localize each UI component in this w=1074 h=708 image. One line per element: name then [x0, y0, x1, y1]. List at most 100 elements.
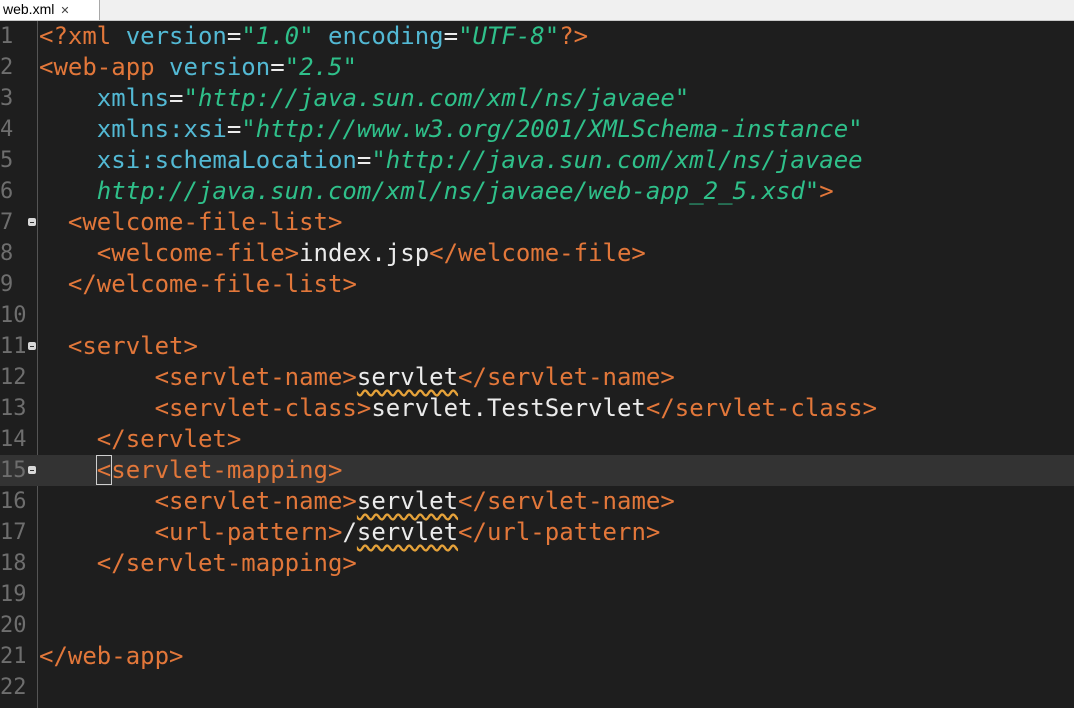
code-text[interactable]: <web-app version="2.5" [39, 52, 357, 83]
close-icon[interactable]: ✕ [60, 2, 69, 21]
code-token: <web-app [39, 53, 170, 81]
code-line[interactable]: 10 [0, 300, 1074, 331]
code-token: xsi:schemaLocation [96, 146, 357, 174]
line-number: 20 [0, 613, 27, 638]
code-token: xmlns:xsi [96, 115, 227, 143]
code-line[interactable]: 12 <servlet-name>servlet</servlet-name> [0, 362, 1074, 393]
code-line[interactable]: 2 <web-app version="2.5" [0, 52, 1074, 83]
line-number: 22 [0, 675, 27, 700]
code-line[interactable]: 22 [0, 672, 1074, 703]
line-number: 17 [0, 520, 27, 545]
code-line[interactable]: 7 <welcome-file-list> [0, 207, 1074, 238]
code-line[interactable]: 11 <servlet> [0, 331, 1074, 362]
code-token: <servlet> [67, 332, 198, 360]
code-text[interactable]: xsi:schemaLocation="http://java.sun.com/… [39, 145, 863, 176]
code-editor[interactable]: 1 <?xml version="1.0" encoding="UTF-8"?> 2… [0, 21, 1074, 708]
code-token: "http://java.sun.com/xml/ns/javaee [371, 146, 863, 174]
code-token: "1.0" [241, 22, 314, 50]
code-text[interactable]: <servlet-name>servlet</servlet-name> [39, 486, 675, 517]
line-number: 8 [0, 241, 14, 266]
line-number: 18 [0, 551, 27, 576]
code-token: </servlet> [96, 425, 242, 453]
code-text[interactable]: http://java.sun.com/xml/ns/javaee/web-ap… [39, 176, 834, 207]
code-line[interactable]: 13 <servlet-class>servlet.TestServlet</s… [0, 393, 1074, 424]
code-text[interactable]: <servlet-name>servlet</servlet-name> [39, 362, 675, 393]
code-token: </servlet-name> [458, 363, 675, 391]
code-token: servlet [356, 487, 459, 515]
code-line[interactable]: 14 </servlet> [0, 424, 1074, 455]
code-token: </url-pattern> [458, 518, 661, 546]
line-number: 12 [0, 365, 27, 390]
code-text[interactable]: <welcome-file-list> [39, 207, 343, 238]
code-token: <welcome-file> [96, 239, 300, 267]
code-token: ?> [559, 22, 589, 50]
code-token: encoding [328, 22, 444, 50]
code-token: = [270, 53, 285, 81]
code-line[interactable]: 5 xsi:schemaLocation="http://java.sun.co… [0, 145, 1074, 176]
code-line[interactable]: 9 </welcome-file-list> [0, 269, 1074, 300]
code-line[interactable]: 21 </web-app> [0, 641, 1074, 672]
code-token: = [226, 115, 242, 143]
line-number: 5 [0, 148, 14, 173]
editor-tab-bar: web.xml ✕ [0, 0, 1074, 21]
code-text[interactable]: </welcome-file-list> [39, 269, 357, 300]
code-text[interactable]: <servlet-class>servlet.TestServlet</serv… [39, 393, 877, 424]
code-text[interactable]: </servlet-mapping> [39, 548, 357, 579]
line-number: 7 [0, 210, 14, 235]
code-token: "UTF-8" [458, 22, 560, 50]
line-number: 13 [0, 396, 27, 421]
code-token: "http://www.w3.org/2001/XMLSchema-instan… [241, 115, 863, 143]
fold-toggle-icon[interactable] [28, 342, 36, 350]
code-token: = [226, 22, 242, 50]
code-text[interactable]: </web-app> [39, 641, 184, 672]
code-token: / [342, 518, 357, 546]
code-token: <servlet-class> [154, 394, 372, 422]
code-text[interactable]: <?xml version="1.0" encoding="UTF-8"?> [39, 21, 588, 52]
code-line[interactable]: 3 xmlns="http://java.sun.com/xml/ns/java… [0, 83, 1074, 114]
line-number: 19 [0, 582, 27, 607]
code-line[interactable]: 1 <?xml version="1.0" encoding="UTF-8"?> [0, 21, 1074, 52]
code-line[interactable]: 17 <url-pattern>/servlet</url-pattern> [0, 517, 1074, 548]
code-text[interactable]: <welcome-file>index.jsp</welcome-file> [39, 238, 646, 269]
code-line[interactable]: 18 </servlet-mapping> [0, 548, 1074, 579]
fold-toggle-icon[interactable] [28, 466, 36, 474]
line-number: 21 [0, 644, 27, 669]
fold-toggle-icon[interactable] [28, 218, 36, 226]
code-token: index.jsp [299, 239, 430, 267]
line-number: 1 [0, 24, 14, 49]
code-line[interactable]: 8 <welcome-file>index.jsp</welcome-file> [0, 238, 1074, 269]
code-text[interactable]: <url-pattern>/servlet</url-pattern> [39, 517, 661, 548]
code-token: <servlet-name> [154, 363, 357, 391]
line-number: 2 [0, 55, 14, 80]
code-token: "2.5" [284, 53, 357, 81]
code-line[interactable]: 16 <servlet-name>servlet</servlet-name> [0, 486, 1074, 517]
code-text[interactable]: xmlns:xsi="http://www.w3.org/2001/XMLSch… [39, 114, 863, 145]
code-text[interactable]: xmlns="http://java.sun.com/xml/ns/javaee… [39, 83, 689, 114]
code-token: </welcome-file> [429, 239, 646, 267]
tab-title: web.xml [3, 1, 55, 17]
tab-web-xml[interactable]: web.xml ✕ [0, 0, 100, 20]
code-token: < [95, 455, 113, 485]
code-text[interactable]: <servlet-mapping> [39, 455, 342, 486]
code-text[interactable]: </servlet> [39, 424, 242, 455]
code-token: = [169, 84, 184, 112]
code-token: http://java.sun.com/xml/ns/javaee/web-ap… [96, 177, 820, 205]
code-token: </web-app> [39, 642, 184, 670]
code-text[interactable]: <servlet> [39, 331, 198, 362]
code-line[interactable]: 4 xmlns:xsi="http://www.w3.org/2001/XMLS… [0, 114, 1074, 145]
code-line[interactable]: 6 http://java.sun.com/xml/ns/javaee/web-… [0, 176, 1074, 207]
code-line[interactable]: 20 [0, 610, 1074, 641]
code-line[interactable]: 19 [0, 579, 1074, 610]
code-line[interactable]: 15 <servlet-mapping> [0, 455, 1074, 486]
code-token: <url-pattern> [154, 518, 343, 546]
